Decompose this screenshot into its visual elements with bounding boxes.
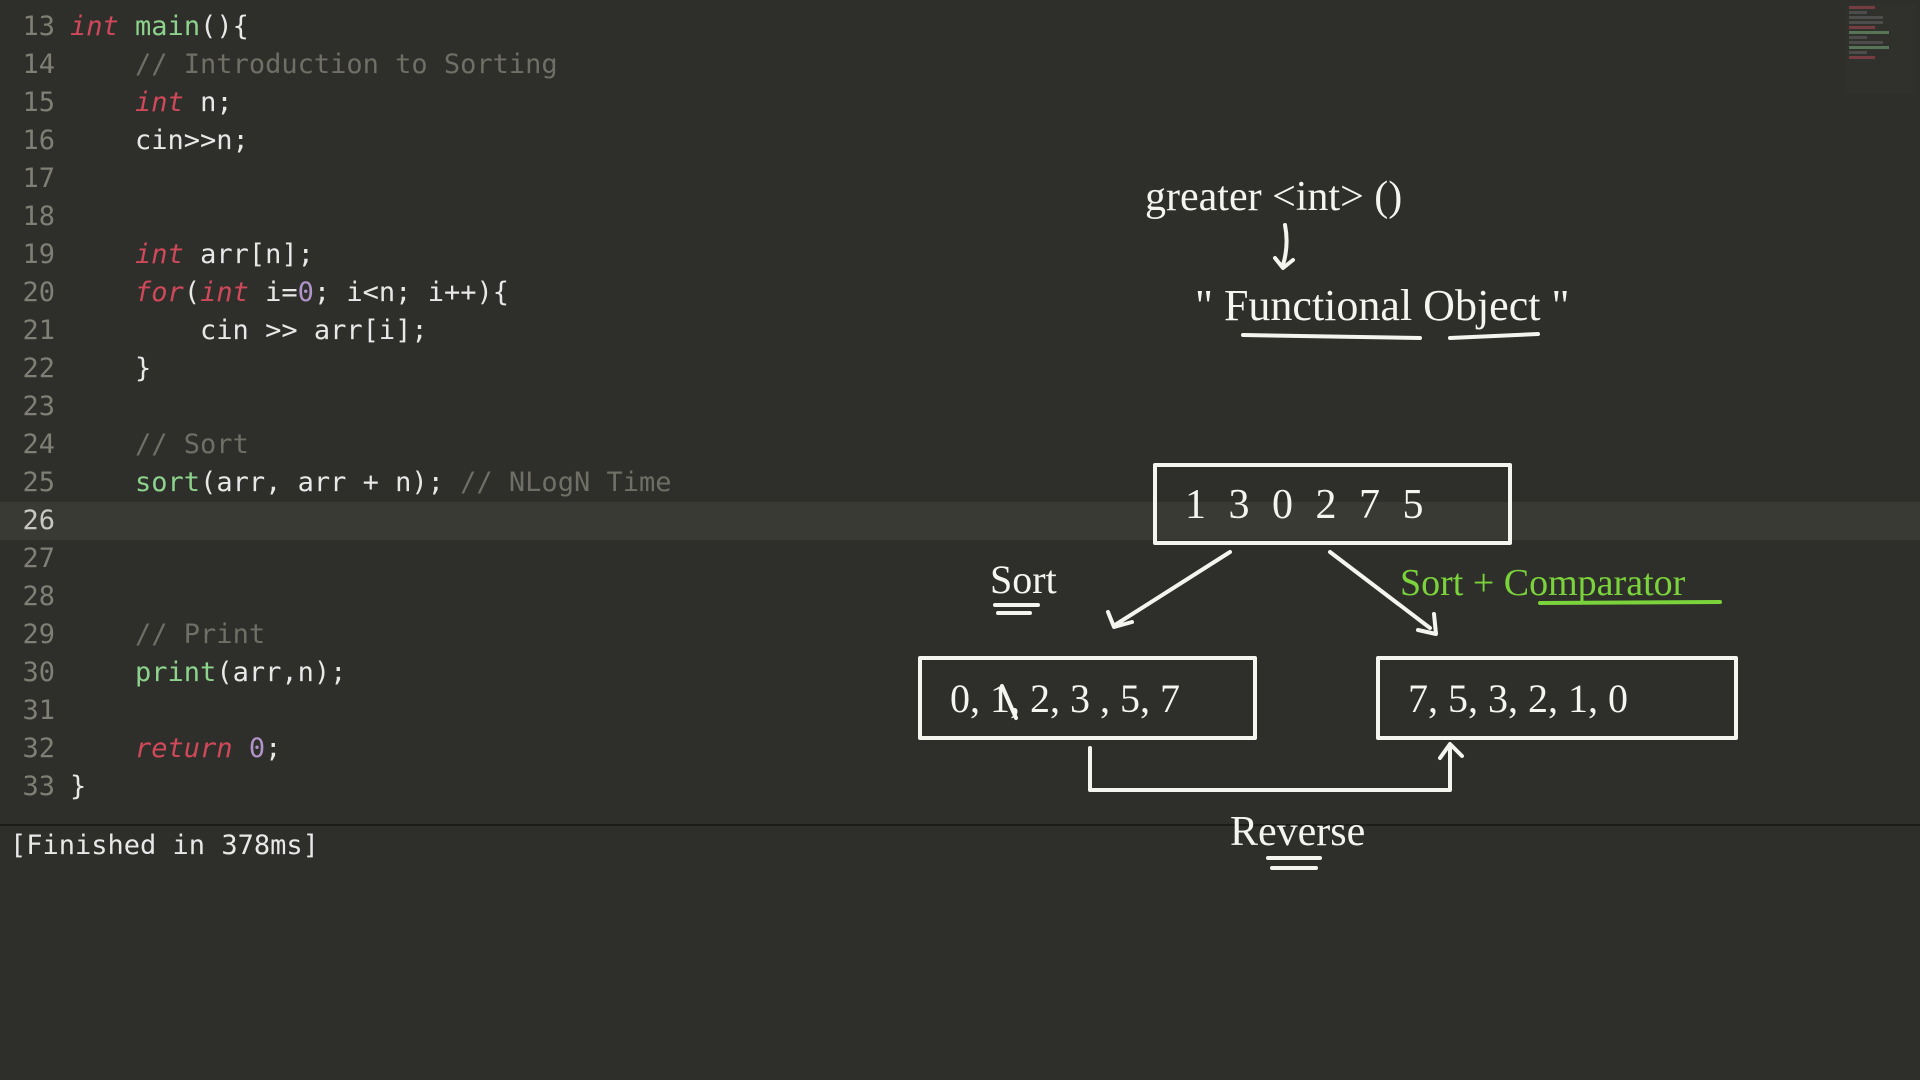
line-number: 12 [0,0,70,8]
line-number: 33 [0,768,70,806]
line-number: 14 [0,46,70,84]
line-number: 26 [0,502,70,540]
code-line[interactable]: 19 int arr[n]; [0,236,1920,274]
code-line[interactable]: 14 // Introduction to Sorting [0,46,1920,84]
code-content[interactable]: // Print [70,616,265,654]
line-number: 19 [0,236,70,274]
build-output: [Finished in 378ms] [0,824,1920,865]
line-number: 32 [0,730,70,768]
code-line[interactable]: 18 [0,198,1920,236]
code-content[interactable]: cin >> arr[i]; [70,312,428,350]
minimap[interactable] [1846,4,1916,94]
code-content[interactable]: int n; [70,84,233,122]
code-line[interactable]: 29 // Print [0,616,1920,654]
line-number: 13 [0,8,70,46]
code-line[interactable]: 31 [0,692,1920,730]
code-line[interactable]: 15 int n; [0,84,1920,122]
line-number: 27 [0,540,70,578]
code-line[interactable]: 25 sort(arr, arr + n); // NLogN Time [0,464,1920,502]
code-line[interactable]: 13int main(){ [0,8,1920,46]
line-number: 23 [0,388,70,426]
code-content[interactable]: int main(){ [70,8,249,46]
line-number: 29 [0,616,70,654]
code-line[interactable]: 32 return 0; [0,730,1920,768]
code-line[interactable]: 26 [0,502,1920,540]
code-content[interactable]: return 0; [70,730,281,768]
code-line[interactable]: 28 [0,578,1920,616]
line-number: 28 [0,578,70,616]
line-number: 20 [0,274,70,312]
line-number: 31 [0,692,70,730]
code-line[interactable]: 23 [0,388,1920,426]
code-content[interactable]: sort(arr, arr + n); // NLogN Time [70,464,671,502]
line-number: 17 [0,160,70,198]
code-line[interactable]: 22 } [0,350,1920,388]
code-line[interactable]: 30 print(arr,n); [0,654,1920,692]
code-line[interactable]: 24 // Sort [0,426,1920,464]
line-number: 25 [0,464,70,502]
build-status-text: [Finished in 378ms] [10,830,319,861]
line-number: 21 [0,312,70,350]
line-number: 18 [0,198,70,236]
code-line[interactable]: 21 cin >> arr[i]; [0,312,1920,350]
code-content[interactable]: // Introduction to Sorting [70,46,558,84]
code-content[interactable]: } [70,350,151,388]
code-content[interactable]: cin>>n; [70,122,249,160]
line-number: 15 [0,84,70,122]
code-line[interactable]: 12 [0,0,1920,8]
code-content[interactable]: print(arr,n); [70,654,346,692]
code-line[interactable]: 33} [0,768,1920,806]
code-content[interactable]: // Sort [70,426,249,464]
line-number: 16 [0,122,70,160]
code-line[interactable]: 16 cin>>n; [0,122,1920,160]
line-number: 30 [0,654,70,692]
line-number: 22 [0,350,70,388]
code-content[interactable]: for(int i=0; i<n; i++){ [70,274,509,312]
code-content[interactable]: int arr[n]; [70,236,314,274]
code-content[interactable]: } [70,768,86,806]
line-number: 24 [0,426,70,464]
code-line[interactable]: 27 [0,540,1920,578]
code-line[interactable]: 17 [0,160,1920,198]
code-editor[interactable]: 1213int main(){14 // Introduction to Sor… [0,0,1920,1050]
code-line[interactable]: 20 for(int i=0; i<n; i++){ [0,274,1920,312]
